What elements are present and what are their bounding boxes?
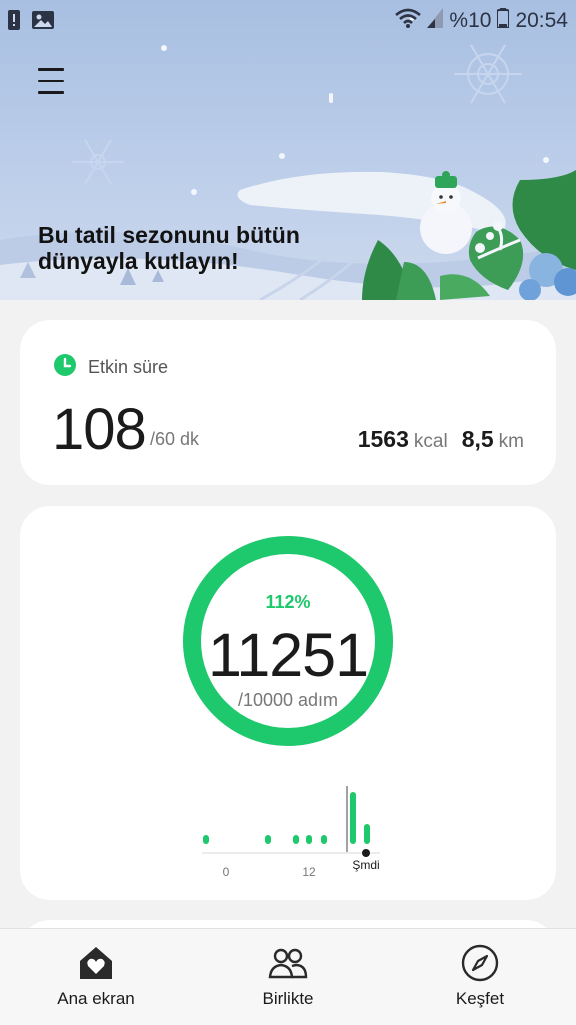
nav-together[interactable]: Birlikte [192,929,384,1025]
nav-discover[interactable]: Keşfet [384,929,576,1025]
distance-unit: km [498,431,524,452]
active-time-unit: /60 dk [150,429,200,449]
hour-bar [364,824,370,844]
bottom-navigation: Ana ekran Birlikte Keşfet [0,928,576,1025]
calories-stat: 1563 kcal [358,426,448,453]
compass-icon [460,943,500,983]
nav-home[interactable]: Ana ekran [0,929,192,1025]
hamburger-icon[interactable] [38,68,64,96]
hour-bar [321,835,327,844]
now-marker-dot [362,849,370,857]
wifi-icon [395,8,422,34]
nav-together-label: Birlikte [262,989,314,1008]
active-time-value: 108 [52,397,147,462]
hour-bar [306,835,312,844]
steps-percent: 112% [265,592,311,612]
steps-ring: 112% 11251 /10000 adım [181,534,395,748]
image-icon [32,11,54,34]
distance-stat: 8,5 km [462,426,524,453]
steps-goal: /10000 adım [237,690,339,710]
steps-count: 11251 [207,621,369,689]
hour-bar [203,835,209,844]
signal-icon [427,8,444,34]
people-icon [268,943,308,983]
calories-value: 1563 [357,426,409,452]
steps-card[interactable]: 112% 11251 /10000 adım 0 12 Şmdi [20,506,556,900]
alert-icon [8,10,20,35]
home-heart-icon [76,943,116,983]
clock-time: 20:54 [515,9,568,32]
hour-bar [265,835,271,844]
tick-label-now: Şmdi [352,858,379,872]
active-time-title: Etkin süre [88,357,169,377]
steps-hourly-chart: 0 12 Şmdi [202,786,380,879]
nav-home-label: Ana ekran [57,989,135,1008]
active-time-card[interactable]: Etkin süre 108 /60 dk 1563 kcal 8,5 km [20,320,556,485]
status-bar: %10 20:54 [0,0,576,40]
banner-text: Bu tatil sezonunu bütün dünyayla kutlayı… [38,222,300,274]
promo-banner[interactable]: %10 20:54 Bu tatil sezonunu bütün dünyay… [0,0,576,300]
nav-discover-label: Keşfet [455,989,505,1008]
distance-value: 8,5 [461,426,494,452]
calories-unit: kcal [413,431,448,452]
hour-bar [350,792,356,844]
tick-label-start: 0 [223,865,230,879]
tick-label-mid: 12 [302,865,316,879]
battery-icon [496,8,511,34]
battery-percent: %10 [449,9,492,32]
hour-bar [293,835,299,844]
clock-icon [54,354,76,381]
